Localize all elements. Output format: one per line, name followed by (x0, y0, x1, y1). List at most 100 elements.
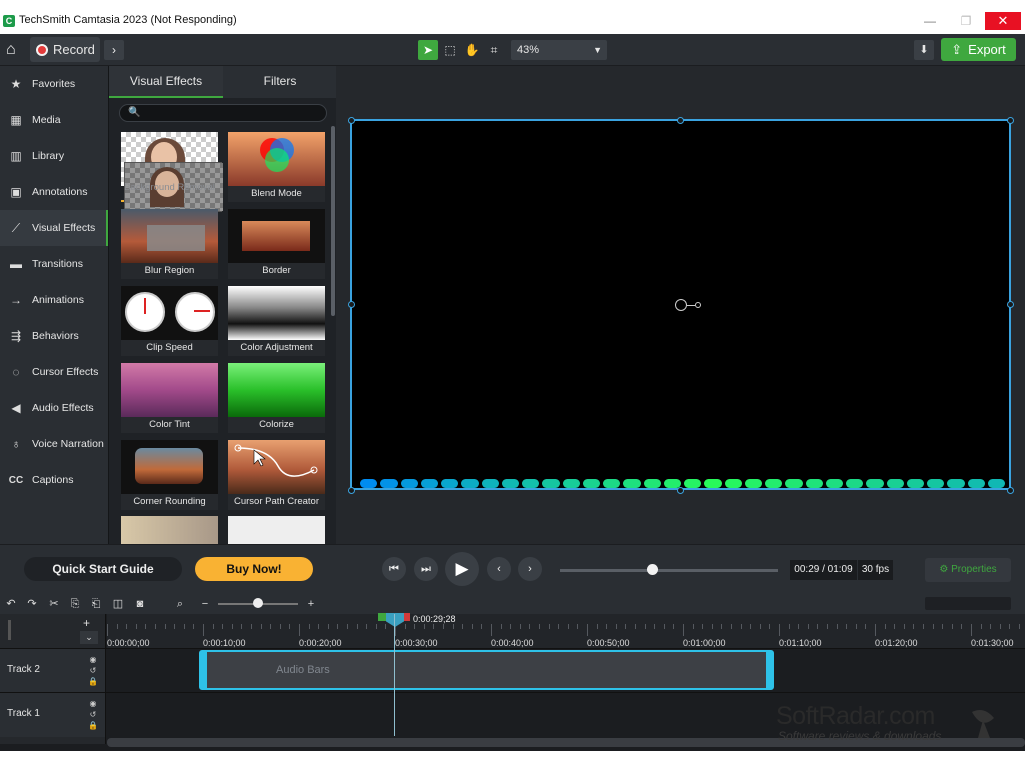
buy-now-button[interactable]: Buy Now! (195, 557, 313, 581)
rotate-handle-icon[interactable] (695, 302, 701, 308)
ruler-tick (971, 624, 972, 636)
effect-tile-corner-rounding[interactable]: Corner Rounding (121, 440, 218, 510)
effect-tile-partial[interactable] (121, 516, 218, 544)
sidebar-item-media[interactable]: ▦ Media (0, 102, 108, 138)
sidebar-item-behaviors[interactable]: ⇶ Behaviors (0, 318, 108, 354)
undo-icon[interactable]: ↶ (3, 596, 19, 612)
crop-tool-icon[interactable]: ⌗ (484, 40, 504, 60)
sidebar-item-cursor-effects[interactable]: ◌ Cursor Effects (0, 354, 108, 390)
split-icon[interactable]: ◫ (110, 596, 126, 612)
resize-handle[interactable] (1007, 301, 1014, 308)
sidebar-item-voice-narration[interactable]: ♁ Voice Narration (0, 426, 108, 462)
audio-bar (805, 479, 823, 488)
clip-trim-handle[interactable] (201, 652, 207, 688)
resize-handle[interactable] (1007, 117, 1014, 124)
sidebar-item-label: Voice Narration (32, 438, 104, 450)
properties-button[interactable]: ⚙ Properties (925, 558, 1011, 582)
resize-handle[interactable] (348, 301, 355, 308)
anchor-point-icon[interactable] (675, 299, 687, 311)
effect-tile-colorize[interactable]: Colorize (228, 363, 325, 433)
properties-label: Properties (951, 564, 997, 575)
sidebar-item-animations[interactable]: → Animations (0, 282, 108, 318)
audio-bars-clip[interactable]: Audio Bars (199, 650, 774, 690)
zoom-out-icon[interactable]: − (197, 596, 213, 612)
chevron-right-icon[interactable]: › (104, 40, 124, 60)
effect-tile-color-adjustment[interactable]: Color Adjustment (228, 286, 325, 356)
track-handle[interactable] (8, 620, 11, 640)
snapshot-icon[interactable]: ◙ (132, 596, 148, 612)
effect-tile-blur-region[interactable]: Blur Region (121, 209, 218, 279)
sidebar-item-audio-effects[interactable]: ◀ Audio Effects (0, 390, 108, 426)
ruler-tick (817, 624, 819, 629)
track-lock-icon[interactable]: ◉ ↺ 🔒 (87, 698, 99, 731)
edit-points-tool-icon[interactable]: ⬚ (440, 40, 460, 60)
next-marker-icon[interactable]: › (518, 557, 542, 581)
select-tool-icon[interactable]: ➤ (418, 40, 438, 60)
paste-icon[interactable]: ⎗ (88, 596, 104, 612)
redo-icon[interactable]: ↷ (24, 596, 40, 612)
audio-bar (684, 479, 702, 488)
timeline-scrollbar[interactable] (925, 597, 1011, 610)
play-icon[interactable]: ▶ (445, 552, 479, 586)
track-header: Track 2 ◉ ↺ 🔒 (0, 649, 106, 693)
close-window-button[interactable]: ✕ (985, 12, 1021, 30)
effect-tile-clip-speed[interactable]: Clip Speed (121, 286, 218, 356)
resize-handle[interactable] (348, 487, 355, 494)
resize-handle[interactable] (677, 487, 684, 494)
download-icon[interactable]: ⬇ (914, 40, 934, 60)
resize-handle[interactable] (1007, 487, 1014, 494)
satellite-dish-icon (968, 706, 998, 740)
ruler-tick (827, 624, 828, 629)
effect-tile-border[interactable]: Border (228, 209, 325, 279)
maximize-button[interactable]: ❐ (948, 12, 984, 30)
export-button[interactable]: ⇪ Export (941, 38, 1016, 61)
effect-tile-color-tint[interactable]: Color Tint (121, 363, 218, 433)
minimize-button[interactable]: — (912, 12, 948, 30)
audio-bar (481, 479, 499, 488)
zoom-in-icon[interactable]: + (303, 596, 319, 612)
sidebar-item-transitions[interactable]: ▬ Transitions (0, 246, 108, 282)
sidebar-item-visual-effects[interactable]: ⟋ Visual Effects (0, 210, 108, 246)
effect-tile-background-removal[interactable]: Background Removal (121, 132, 223, 212)
effect-tile-cursor-path-creator[interactable]: Cursor Path Creator (228, 440, 325, 510)
add-track-icon[interactable]: + (83, 616, 90, 630)
effect-tile-partial[interactable] (228, 516, 325, 544)
search-input[interactable]: 🔍 (119, 104, 327, 122)
cut-icon[interactable]: ✂ (46, 596, 62, 612)
panel-scrollbar[interactable] (331, 126, 335, 316)
scrubber-handle[interactable] (646, 564, 658, 575)
zoom-icon[interactable]: ⌕ (172, 596, 188, 612)
resize-handle[interactable] (348, 117, 355, 124)
quick-start-guide-button[interactable]: Quick Start Guide (24, 557, 182, 581)
time-ruler[interactable]: 0:00:00;00 0:00:10;00 0:00:20;00 0:00:30;00… (107, 614, 1025, 648)
playback-scrubber[interactable] (560, 569, 778, 572)
clip-trim-handle[interactable] (766, 652, 772, 688)
zoom-select[interactable]: 43% ▼ (511, 40, 607, 60)
step-back-icon[interactable]: ⏮ (382, 557, 406, 581)
tab-visual-effects[interactable]: Visual Effects (109, 66, 223, 98)
sidebar-item-annotations[interactable]: ▣ Annotations (0, 174, 108, 210)
audio-bar (360, 479, 378, 488)
effect-tile-blend-mode[interactable]: Blend Mode (228, 132, 325, 202)
track-lock-icon[interactable]: ◉ ↺ 🔒 (87, 654, 99, 687)
ruler-tick (481, 624, 483, 629)
pan-hand-tool-icon[interactable]: ✋ (462, 40, 482, 60)
ruler-tick (894, 624, 896, 629)
record-button[interactable]: Record (30, 37, 100, 62)
zoom-slider-handle[interactable] (253, 598, 263, 608)
resize-handle[interactable] (677, 117, 684, 124)
step-forward-frame-icon[interactable]: ⏭ (414, 557, 438, 581)
preview-canvas[interactable] (350, 119, 1011, 490)
chevron-down-icon[interactable]: ⌄ (80, 631, 98, 644)
tab-filters[interactable]: Filters (223, 66, 337, 98)
playhead-line[interactable] (394, 614, 395, 736)
ruler-tick (193, 624, 195, 629)
sidebar-item-library[interactable]: ▥ Library (0, 138, 108, 174)
sidebar-item-favorites[interactable]: ★ Favorites (0, 66, 108, 102)
ruler-label: 0:01:10;00 (779, 638, 822, 648)
sidebar-item-captions[interactable]: CC Captions (0, 462, 108, 498)
home-icon[interactable]: ⌂ (6, 41, 24, 59)
ruler-tick (932, 624, 934, 629)
previous-marker-icon[interactable]: ‹ (487, 557, 511, 581)
copy-icon[interactable]: ⎘ (67, 596, 83, 612)
